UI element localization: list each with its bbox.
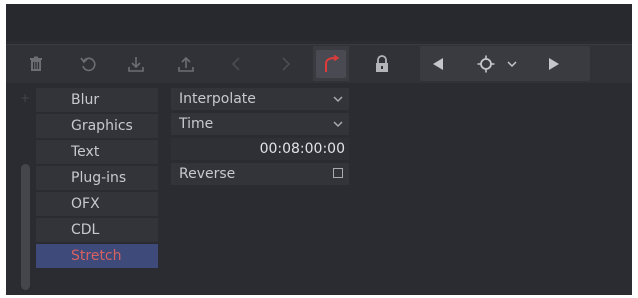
next-button[interactable] bbox=[268, 46, 304, 81]
trash-icon bbox=[30, 56, 42, 71]
time-chevron-down-icon bbox=[333, 113, 343, 135]
time-dropdown[interactable]: Time bbox=[171, 113, 349, 135]
keyframe-icon bbox=[477, 55, 495, 72]
stretch-tool-active-bg bbox=[316, 49, 346, 78]
category-item-plug-ins[interactable]: Plug-ins bbox=[36, 166, 158, 190]
play-forward-button[interactable] bbox=[536, 46, 572, 81]
chevron-down-icon bbox=[507, 60, 517, 67]
upload-button[interactable] bbox=[168, 46, 204, 81]
reverse-label: Reverse bbox=[179, 166, 236, 182]
interpolate-label: Interpolate bbox=[179, 91, 256, 107]
download-button[interactable] bbox=[118, 46, 154, 81]
category-item-ofx[interactable]: OFX bbox=[36, 192, 158, 216]
properties-panel: Interpolate Time 00:08:00:00 Reverse bbox=[171, 88, 349, 188]
chevron-right-icon bbox=[282, 56, 291, 71]
category-list: Blur Graphics Text Plug-ins OFX CDL Stre… bbox=[36, 88, 158, 270]
previous-button[interactable] bbox=[218, 46, 254, 81]
chevron-left-icon bbox=[231, 56, 240, 71]
stretch-curve-icon bbox=[325, 54, 340, 72]
play-forward-icon bbox=[549, 57, 559, 70]
keyframe-dropdown-button[interactable] bbox=[502, 46, 522, 81]
stretch-tool-button[interactable] bbox=[313, 46, 349, 81]
lock-icon bbox=[376, 54, 388, 72]
lock-button[interactable] bbox=[364, 46, 400, 81]
time-label: Time bbox=[179, 116, 214, 132]
category-item-blur[interactable]: Blur bbox=[36, 88, 158, 112]
toolbar-top-divider bbox=[6, 44, 632, 45]
delete-button[interactable] bbox=[18, 46, 54, 81]
app-window: + Blur Graphics Text Plug-ins OFX CDL St… bbox=[6, 4, 632, 295]
title-bar bbox=[6, 4, 632, 41]
category-item-text[interactable]: Text bbox=[36, 140, 158, 164]
time-value-field[interactable]: 00:08:00:00 bbox=[171, 138, 349, 160]
play-reverse-icon bbox=[433, 57, 443, 70]
category-item-stretch[interactable]: Stretch bbox=[36, 244, 158, 268]
reset-button[interactable] bbox=[70, 46, 106, 81]
category-scrollbar-thumb[interactable] bbox=[21, 164, 30, 290]
reset-icon bbox=[80, 57, 96, 71]
category-item-graphics[interactable]: Graphics bbox=[36, 114, 158, 138]
keyframe-button[interactable] bbox=[468, 46, 504, 81]
reverse-row: Reverse bbox=[171, 163, 349, 185]
download-icon bbox=[128, 56, 144, 72]
expand-plus-icon[interactable]: + bbox=[19, 92, 31, 104]
reverse-checkbox[interactable] bbox=[333, 168, 343, 178]
interpolate-dropdown[interactable]: Interpolate bbox=[171, 88, 349, 110]
interpolate-chevron-down-icon bbox=[333, 88, 343, 110]
toolbar bbox=[6, 44, 632, 83]
upload-icon bbox=[178, 56, 194, 72]
category-item-cdl[interactable]: CDL bbox=[36, 218, 158, 242]
play-reverse-button[interactable] bbox=[420, 46, 456, 81]
